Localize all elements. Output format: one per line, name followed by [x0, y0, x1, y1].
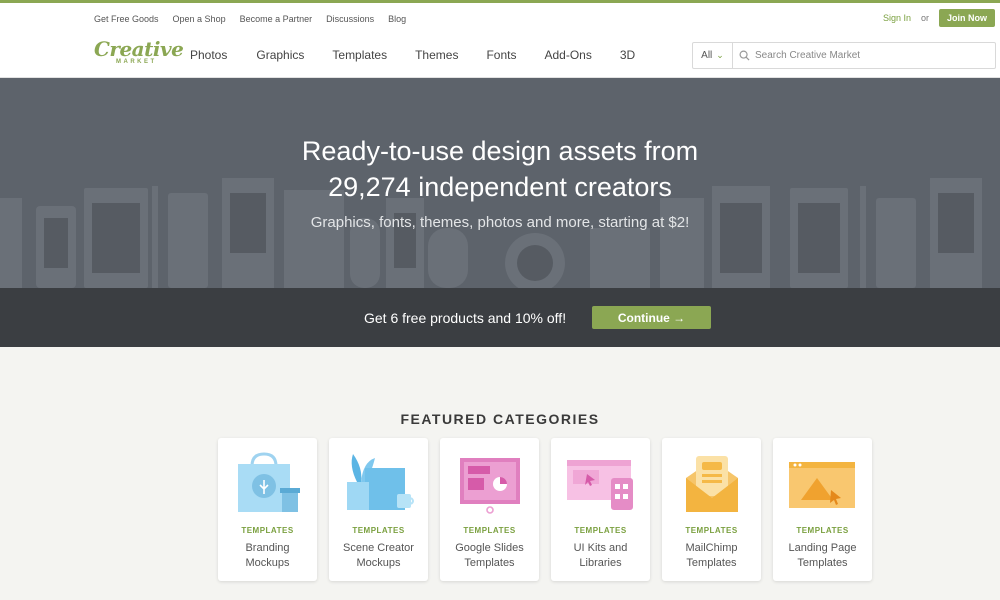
card-title-line-2: Mockups [356, 557, 401, 569]
search-scope-value: All [701, 50, 713, 61]
utility-bar: Get Free Goods Open a Shop Become a Part… [0, 3, 1000, 33]
hero-banner: Ready-to-use design assets from 29,274 i… [0, 78, 1000, 288]
card-kicker: TEMPLATES [352, 526, 405, 535]
card-title-line-1: Scene Creator [343, 542, 414, 554]
card-title-line-2: Templates [686, 557, 737, 569]
sign-in-link[interactable]: Sign In [883, 13, 911, 23]
card-title-line-1: Branding [245, 542, 290, 554]
landing-page-icon [789, 462, 855, 508]
card-kicker: TEMPLATES [574, 526, 627, 535]
slides-screen-icon [460, 458, 520, 514]
get-free-goods-link[interactable]: Get Free Goods [94, 14, 159, 24]
card-title: UI Kits and Libraries [551, 541, 650, 571]
nav-themes[interactable]: Themes [415, 48, 458, 62]
card-kicker: TEMPLATES [241, 526, 294, 535]
nav-fonts[interactable]: Fonts [486, 48, 516, 62]
card-title-line-1: Landing Page [788, 542, 857, 554]
search-scope-select[interactable]: All ⌄ [693, 43, 733, 68]
card-title: Branding Mockups [218, 541, 317, 571]
become-partner-link[interactable]: Become a Partner [240, 14, 313, 24]
featured-categories-heading: FEATURED CATEGORIES [400, 411, 600, 427]
card-title: MailChimp Templates [662, 541, 761, 571]
card-title-line-2: Templates [797, 557, 848, 569]
search-box: All ⌄ [692, 42, 996, 69]
continue-button[interactable]: Continue → [592, 306, 711, 329]
category-nav: Photos Graphics Templates Themes Fonts A… [190, 48, 635, 62]
scene-plant-icon [347, 454, 414, 510]
category-card-branding-mockups[interactable]: TEMPLATES Branding Mockups [218, 438, 317, 581]
or-text: or [920, 13, 929, 23]
utility-links: Get Free Goods Open a Shop Become a Part… [94, 14, 406, 24]
hero-subtitle: Graphics, fonts, themes, photos and more… [310, 214, 690, 231]
join-now-button[interactable]: Join Now [939, 9, 995, 27]
card-title-line-1: MailChimp [685, 542, 738, 554]
logo-wordmark: Creative [94, 37, 184, 61]
auth-area: Sign In or Join Now [883, 9, 995, 27]
chevron-down-icon: ⌄ [716, 50, 724, 60]
category-card-google-slides[interactable]: TEMPLATES Google Slides Templates [440, 438, 539, 581]
blog-link[interactable]: Blog [388, 14, 406, 24]
hero-title: Ready-to-use design assets from 29,274 i… [0, 133, 1000, 205]
card-title: Google Slides Templates [440, 541, 539, 571]
card-title-line-2: Libraries [579, 557, 622, 569]
card-title: Scene Creator Mockups [329, 541, 428, 571]
nav-photos[interactable]: Photos [190, 48, 227, 62]
creative-market-logo[interactable]: Creative MARKET [94, 37, 184, 69]
card-kicker: TEMPLATES [796, 526, 849, 535]
nav-templates[interactable]: Templates [332, 48, 387, 62]
envelope-icon [686, 456, 738, 512]
hero-title-line-1: Ready-to-use design assets from [301, 136, 699, 166]
shopping-bag-icon [238, 452, 300, 512]
nav-3d[interactable]: 3D [620, 48, 635, 62]
main-nav: Creative MARKET Photos Graphics Template… [0, 33, 1000, 78]
card-title: Landing Page Templates [773, 541, 872, 571]
hero-title-line-2: 29,274 independent creators [328, 172, 672, 202]
discussions-link[interactable]: Discussions [326, 14, 374, 24]
card-title-line-2: Templates [464, 557, 515, 569]
search-icon [739, 50, 750, 61]
category-card-mailchimp[interactable]: TEMPLATES MailChimp Templates [662, 438, 761, 581]
nav-graphics[interactable]: Graphics [256, 48, 304, 62]
search-input[interactable] [755, 50, 985, 61]
open-shop-link[interactable]: Open a Shop [173, 14, 226, 24]
nav-add-ons[interactable]: Add-Ons [544, 48, 591, 62]
promo-text: Get 6 free products and 10% off! [364, 310, 567, 326]
ui-kit-icon [567, 460, 633, 510]
card-title-line-2: Mockups [245, 557, 290, 569]
category-card-scene-creator[interactable]: TEMPLATES Scene Creator Mockups [329, 438, 428, 581]
card-title-line-1: Google Slides [455, 542, 524, 554]
promo-bar: Get 6 free products and 10% off! Continu… [0, 288, 1000, 347]
search-field [733, 43, 995, 68]
category-card-landing-page[interactable]: TEMPLATES Landing Page Templates [773, 438, 872, 581]
card-kicker: TEMPLATES [685, 526, 738, 535]
card-title-line-1: UI Kits and [573, 542, 628, 554]
featured-categories-list: TEMPLATES Branding Mockups TEMPLATES Sce… [218, 438, 872, 581]
card-kicker: TEMPLATES [463, 526, 516, 535]
category-card-ui-kits[interactable]: TEMPLATES UI Kits and Libraries [551, 438, 650, 581]
